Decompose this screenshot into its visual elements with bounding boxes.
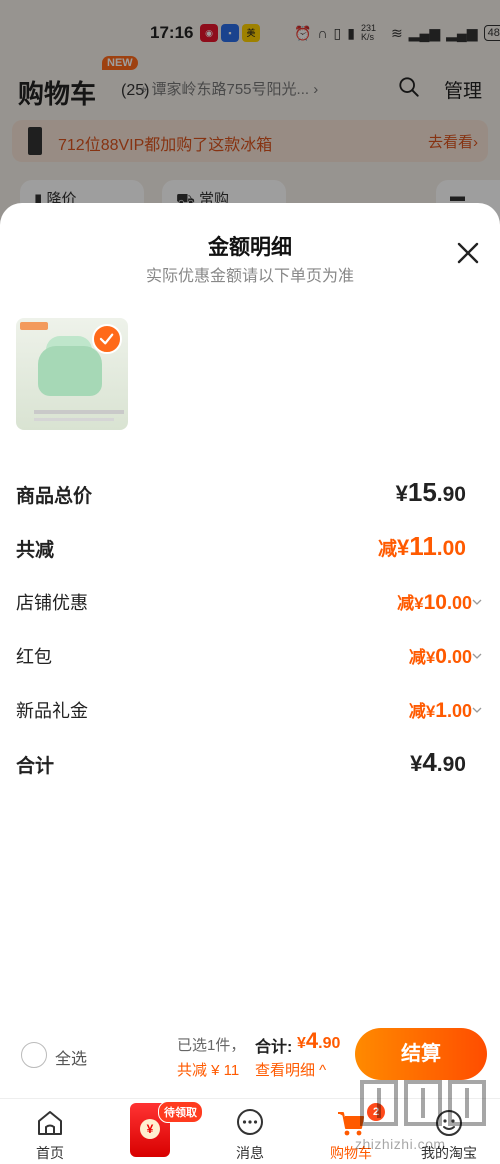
sheet-subtitle: 实际优惠金额请以下单页为准 bbox=[145, 268, 354, 285]
row-value: 减¥11.00 bbox=[378, 531, 466, 562]
row-total-discount: 共减 减¥11.00 bbox=[16, 531, 482, 563]
amount-int: 15 bbox=[407, 477, 437, 507]
row-value: 减¥1.00 bbox=[409, 697, 472, 723]
row-label: 新品礼金 bbox=[16, 701, 88, 721]
discount-prefix: 减 bbox=[378, 539, 398, 560]
coin-icon: ¥ bbox=[140, 1119, 160, 1139]
amount-dec: .00 bbox=[446, 701, 472, 721]
selected-count: 已选1件， bbox=[177, 1037, 246, 1054]
currency-symbol: ¥ bbox=[297, 1035, 306, 1052]
tab-label: 首页 bbox=[36, 1145, 64, 1161]
tab-label: 消息 bbox=[236, 1145, 264, 1161]
discount-prefix: 减 bbox=[397, 594, 415, 613]
row-label: 店铺优惠 bbox=[16, 593, 88, 613]
row-value: 减¥0.00 bbox=[409, 643, 472, 669]
currency-symbol: ¥ bbox=[397, 535, 410, 560]
row-store-discount[interactable]: 店铺优惠 减¥10.00 bbox=[16, 585, 482, 617]
amount-dec: .00 bbox=[446, 647, 472, 667]
sheet-title: 金额明细 bbox=[208, 236, 292, 259]
amount-int: 0 bbox=[435, 645, 447, 668]
row-value: ¥15.90 bbox=[396, 477, 466, 508]
discount-summary: 共减 ¥ 11 bbox=[177, 1062, 240, 1079]
currency-symbol: ¥ bbox=[414, 594, 424, 613]
amount-int: 10 bbox=[423, 591, 447, 614]
view-detail-link[interactable]: 查看明细 ^ bbox=[255, 1059, 326, 1080]
amount-dec: .00 bbox=[436, 537, 466, 560]
amount-dec: .90 bbox=[318, 1035, 341, 1052]
product-thumbnail[interactable] bbox=[16, 318, 128, 430]
select-all-radio[interactable] bbox=[21, 1042, 47, 1068]
total-label: 合计: bbox=[255, 1039, 293, 1056]
home-icon bbox=[38, 1111, 62, 1135]
rice-cooker-image bbox=[38, 346, 102, 396]
row-grand-total: 合计 ¥4.90 bbox=[16, 747, 482, 779]
amount-dec: .90 bbox=[436, 483, 466, 506]
amount-dec: .90 bbox=[436, 753, 466, 776]
chevron-down-icon[interactable] bbox=[472, 651, 482, 661]
amount-int: 1 bbox=[435, 699, 447, 722]
product-caption bbox=[34, 410, 124, 414]
watermark-text: zhizhizhi.com bbox=[355, 1136, 446, 1152]
close-icon[interactable] bbox=[456, 241, 480, 265]
currency-symbol: ¥ bbox=[410, 751, 423, 776]
row-label: 合计 bbox=[16, 756, 55, 777]
product-tag bbox=[20, 322, 48, 330]
discount-prefix: 减 bbox=[408, 702, 426, 721]
message-icon bbox=[237, 1109, 263, 1135]
select-all-label[interactable]: 全选 bbox=[55, 1045, 87, 1069]
tab-messages[interactable]: 消息 bbox=[215, 1103, 285, 1163]
amount-int: 4 bbox=[422, 747, 437, 777]
red-packet-badge: 待领取 bbox=[158, 1101, 203, 1123]
product-caption bbox=[34, 418, 114, 421]
checkmark-icon[interactable] bbox=[92, 324, 122, 354]
watermark-logo bbox=[360, 1080, 486, 1126]
row-label: 红包 bbox=[16, 647, 52, 667]
chevron-down-icon[interactable] bbox=[472, 705, 482, 715]
row-new-product-gift[interactable]: 新品礼金 减¥1.00 bbox=[16, 693, 482, 725]
currency-symbol: ¥ bbox=[425, 702, 436, 721]
row-label: 共减 bbox=[16, 540, 55, 561]
tab-home[interactable]: 首页 bbox=[15, 1103, 85, 1163]
row-label: 商品总价 bbox=[16, 486, 93, 507]
row-red-packet[interactable]: 红包 减¥0.00 bbox=[16, 639, 482, 671]
amount-int: 4 bbox=[305, 1028, 319, 1053]
row-value: ¥4.90 bbox=[410, 747, 466, 778]
currency-symbol: ¥ bbox=[395, 481, 408, 506]
currency-symbol: ¥ bbox=[425, 648, 436, 667]
chevron-down-icon[interactable] bbox=[472, 597, 482, 607]
checkout-button[interactable]: 结算 bbox=[355, 1028, 487, 1080]
amount-dec: .00 bbox=[446, 593, 472, 613]
amount-int: 11 bbox=[409, 531, 437, 561]
discount-prefix: 减 bbox=[408, 648, 426, 667]
amount-detail-sheet: 金额明细 实际优惠金额请以下单页为准 商品总价 ¥15.90 共减 减¥11.0… bbox=[0, 203, 500, 1028]
total-value: ¥4.90 bbox=[297, 1028, 340, 1054]
row-subtotal: 商品总价 ¥15.90 bbox=[16, 477, 482, 509]
row-value: 减¥10.00 bbox=[397, 589, 472, 615]
